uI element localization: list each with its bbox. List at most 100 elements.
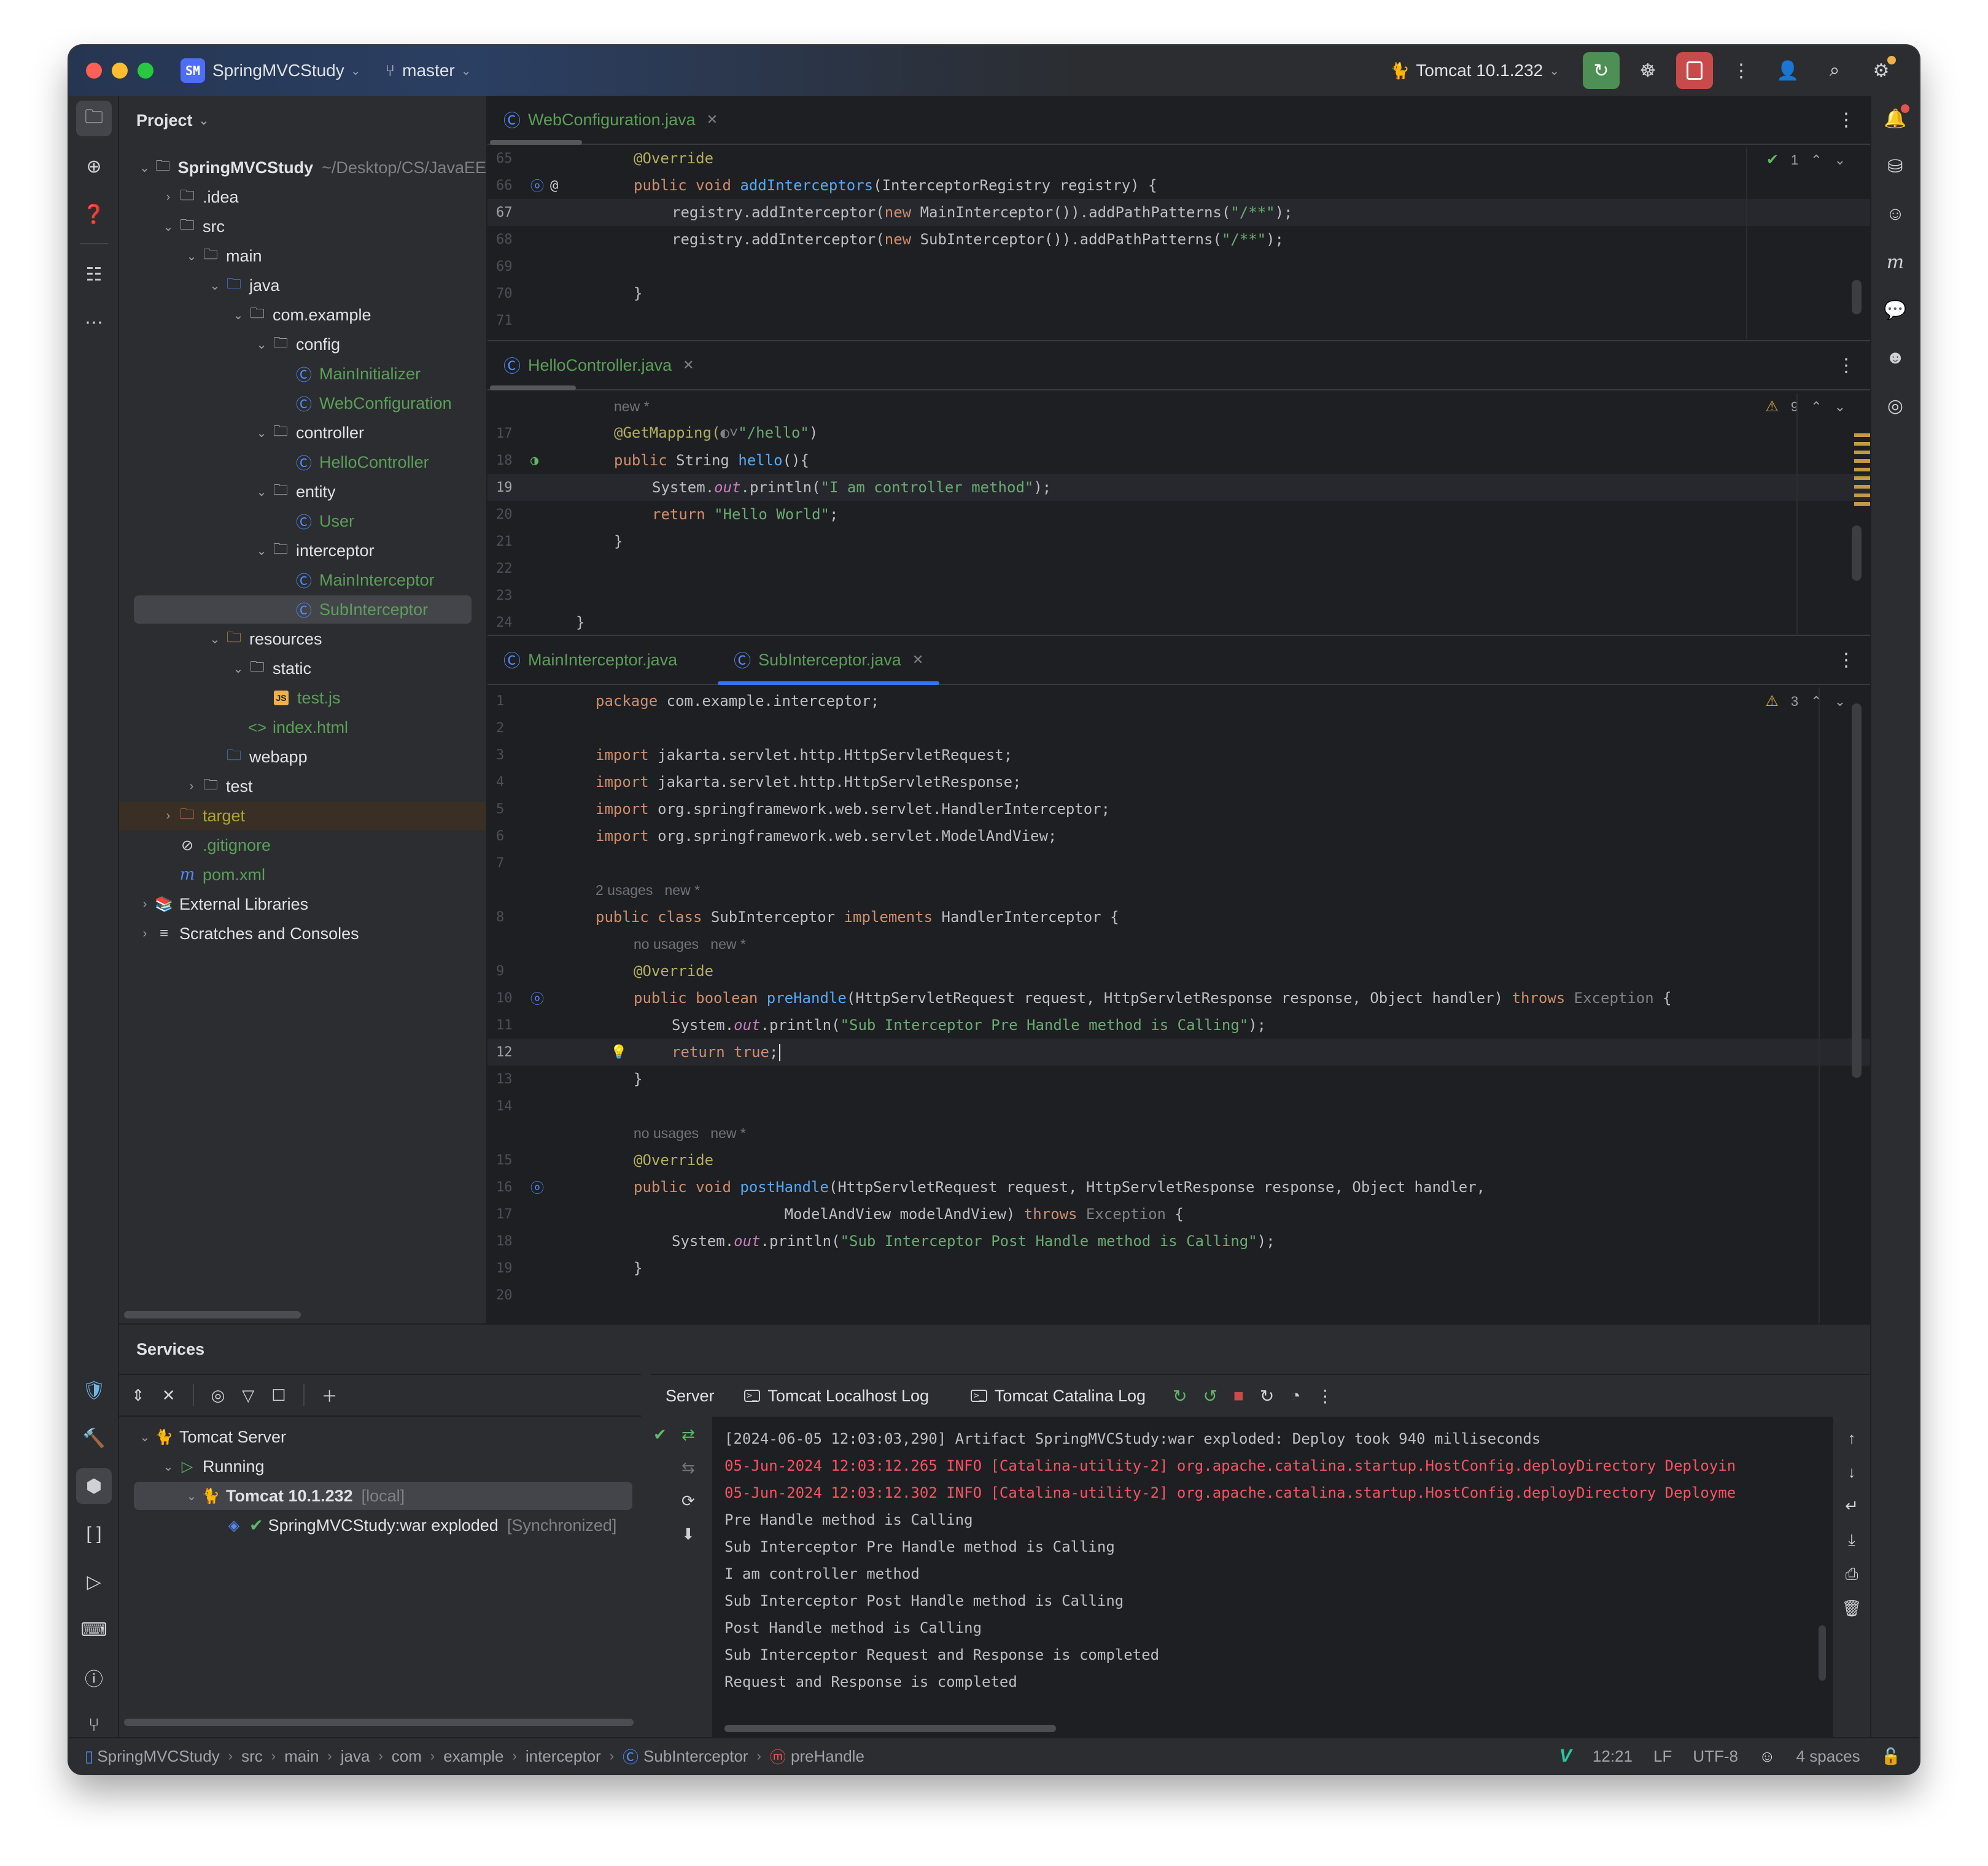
editor-vertical-scrollbar[interactable] [1852,280,1862,314]
collapse-all-icon[interactable]: ✕ [162,1386,176,1405]
service-tomcat-server[interactable]: ⌄ 🐈 Tomcat Server [119,1423,641,1451]
arrow-down-icon[interactable]: ↓ [1848,1463,1856,1482]
stop-icon[interactable]: ■ [1233,1386,1244,1406]
chevron-down-icon[interactable]: ⌄ [206,278,223,293]
dump-threads-icon[interactable]: ⬇ [681,1525,695,1544]
tab-scrollbar[interactable] [490,385,576,390]
line-number[interactable]: 17 [496,426,533,441]
chevron-down-icon[interactable]: ⌄ [253,337,270,352]
chevron-down-icon[interactable]: ⌄ [160,1459,177,1474]
more-icon[interactable]: ⋮ [1837,109,1855,131]
breadcrumb-item[interactable]: java [341,1747,370,1766]
tree-item[interactable]: ⊘ .gitignore [119,831,486,859]
line-number[interactable]: 18 [496,453,533,468]
add-service-icon[interactable]: ＋ [322,1384,338,1407]
editor-vertical-scrollbar[interactable] [1852,703,1862,1078]
view-options-icon[interactable]: ◎ [211,1386,225,1405]
more-tools-button[interactable]: ⋯ [76,304,112,340]
line-number[interactable]: 17 [496,1207,533,1222]
project-panel-header[interactable]: Project ⌄ [119,96,486,145]
line-number[interactable]: 70 [496,286,533,301]
tree-item[interactable]: › 🗀 test [119,772,486,800]
line-number[interactable]: 68 [496,232,533,247]
filter-icon[interactable]: ▽ [242,1386,254,1405]
tab-localhost-log[interactable]: >_ Tomcat Localhost Log [729,1387,944,1406]
line-number[interactable]: 21 [496,534,533,549]
project-horizontal-scrollbar[interactable] [124,1311,301,1318]
scroll-to-end-icon[interactable]: ⤓ [1848,1530,1855,1550]
terminal-tool-button[interactable]: ⌨ [76,1612,112,1647]
ai-chat-button[interactable]: 💬 [1877,292,1913,328]
line-number[interactable]: 12 [496,1045,533,1060]
chevron-right-icon[interactable]: › [136,927,153,941]
line-number[interactable]: 9 [496,964,533,979]
cursor-position[interactable]: 12:21 [1593,1747,1633,1766]
copilot-button[interactable]: ☺ [1877,196,1913,232]
tab-scrollbar[interactable] [490,140,582,145]
security-plugin-button[interactable]: 🛡 [76,1372,112,1408]
tree-item[interactable]: 🗀 webapp [119,743,486,771]
tree-item[interactable]: <> index.html [119,713,486,741]
services-tool-button[interactable]: ⬢ [76,1468,112,1504]
refresh-icon[interactable]: ⟳ [681,1492,695,1511]
profiler-icon[interactable]: ◔ [1290,1386,1300,1406]
chevron-down-icon[interactable]: ⌄ [253,543,270,559]
more-icon[interactable]: ⋮ [1316,1386,1334,1406]
line-number[interactable]: 65 [496,151,533,166]
close-tab-icon[interactable]: ✕ [707,112,718,128]
ai-help-tool-button[interactable]: ❓ [76,196,112,232]
undeploy-icon[interactable]: ⇆ [681,1458,695,1477]
line-number[interactable]: 8 [496,910,533,925]
line-number[interactable]: 18 [496,1234,533,1249]
more-actions-button[interactable]: ⋮ [1723,52,1760,89]
chevron-down-icon[interactable]: ⌄ [253,484,270,500]
lock-icon[interactable]: 🔓 [1881,1747,1901,1766]
lightbulb-icon[interactable]: 💡 [610,1045,627,1060]
indent-setting[interactable]: 4 spaces [1796,1747,1860,1766]
line-number[interactable]: 66 [496,178,533,193]
tree-item[interactable]: ⌄ 🗀 java [119,271,486,300]
soft-wrap-icon[interactable]: ↵ [1845,1496,1858,1516]
tree-item-project-root[interactable]: ⌄ 🗀 SpringMVCStudy ~/Desktop/CS/JavaEE [119,153,486,182]
chevron-down-icon[interactable]: ⌄ [230,661,247,676]
close-window-button[interactable] [86,63,102,79]
tree-item[interactable]: ⌄ 🗀 src [119,212,486,241]
tree-item[interactable]: ⌄ 🗀 config [119,330,486,358]
tree-item[interactable]: › 🗀 .idea [119,183,486,211]
tree-item[interactable]: ⌄ 🗀 controller [119,419,486,447]
tab-main-interceptor[interactable]: Ⓒ MainInterceptor.java [487,636,693,684]
breadcrumb-item[interactable]: main [284,1747,319,1766]
line-number[interactable]: 19 [496,480,533,495]
override-method-icon[interactable]: ⓞ [530,1177,544,1197]
copilot-chat-button[interactable]: ☻ [1877,340,1913,376]
chevron-right-icon[interactable]: › [183,780,200,794]
console-horizontal-scrollbar[interactable] [724,1725,1056,1732]
line-number[interactable]: 2 [496,721,533,736]
tree-item[interactable]: m pom.xml [119,861,486,889]
expand-all-icon[interactable]: ⇕ [131,1386,145,1405]
chevron-down-icon[interactable]: ⌄ [253,425,270,441]
notifications-button[interactable]: 🔔 [1877,101,1913,136]
stop-button[interactable] [1676,52,1713,89]
chevron-down-icon[interactable]: ⌄ [183,249,200,264]
close-tab-icon[interactable]: ✕ [912,652,923,668]
tree-item[interactable]: Ⓒ HelloController [119,448,486,476]
tree-item[interactable]: › 📚 External Libraries [119,890,486,918]
tab-server[interactable]: Server [651,1387,729,1406]
line-number[interactable]: 15 [496,1153,533,1168]
breadcrumb-item[interactable]: example [443,1747,503,1766]
annotation-icon[interactable]: @ [550,178,558,193]
line-number[interactable]: 16 [496,1180,533,1195]
project-tool-button[interactable]: 🗀 [76,101,112,136]
breadcrumb-item[interactable]: SubInterceptor [643,1747,748,1766]
line-number[interactable]: 5 [496,802,533,817]
chevron-down-icon[interactable]: ⌄ [136,1430,153,1445]
problems-tool-button[interactable]: ⓘ [76,1660,112,1695]
chevron-right-icon[interactable]: › [160,809,177,823]
line-number[interactable]: 23 [496,588,533,603]
override-method-icon[interactable]: ⓞ [530,176,544,195]
endpoints-tool-button[interactable]: [ ] [76,1516,112,1552]
tab-catalina-log[interactable]: >_ Tomcat Catalina Log [956,1387,1160,1406]
update-app-icon[interactable]: ↻ [1260,1386,1274,1406]
tree-item[interactable]: ⌄ 🗀 entity [119,478,486,506]
